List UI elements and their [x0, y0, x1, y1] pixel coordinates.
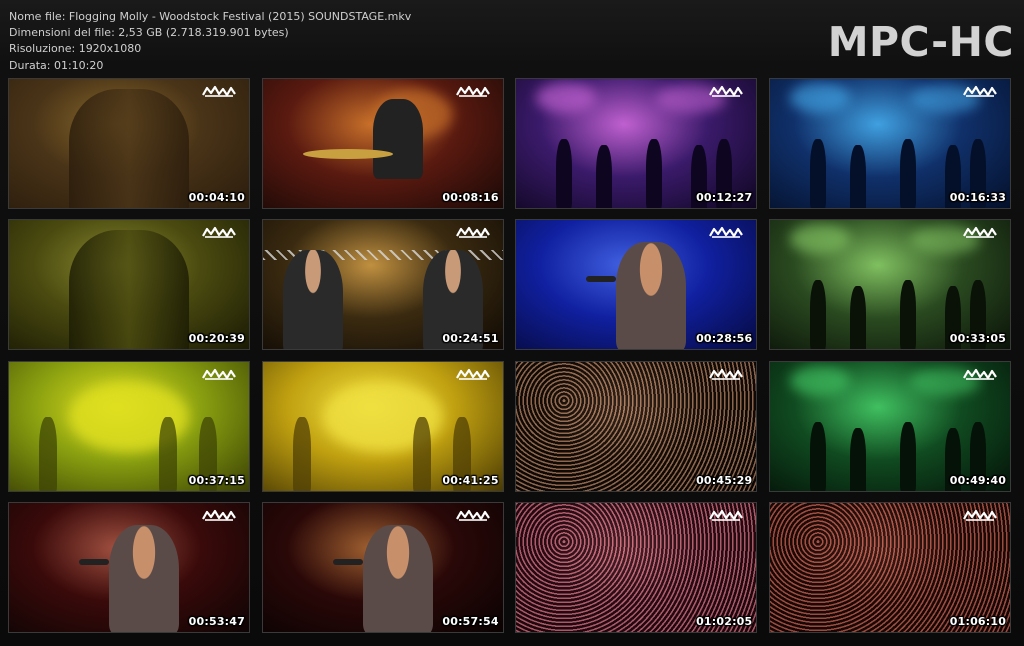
thumbnail-timestamp: 00:33:05 [949, 332, 1007, 345]
performer-silhouette [900, 422, 917, 491]
thumbnail-timestamp: 00:16:33 [949, 191, 1007, 204]
channel-logo-icon [962, 226, 998, 240]
video-thumbnail: 00:33:05 [769, 219, 1012, 350]
thumbnail-timestamp: 01:02:05 [696, 615, 753, 628]
stage-light [536, 83, 597, 113]
channel-logo-icon [201, 226, 237, 240]
file-size-line: Dimensioni del file: 2,53 GB (2.718.319.… [9, 26, 289, 40]
performer-silhouette [850, 145, 867, 208]
cymbal [302, 149, 393, 159]
thumbnail-timestamp: 00:49:40 [949, 474, 1007, 487]
channel-logo-icon [455, 85, 491, 99]
video-thumbnail: 00:12:27 [515, 78, 758, 209]
channel-logo-icon [201, 509, 237, 523]
singer-silhouette [109, 525, 179, 632]
file-info-panel: Nome file: Flogging Molly - Woodstock Fe… [9, 9, 769, 74]
video-thumbnail: 00:28:56 [515, 219, 758, 350]
thumbnail-timestamp: 00:04:10 [188, 191, 245, 204]
video-thumbnail: 00:49:40 [769, 361, 1012, 492]
performer-silhouette [292, 417, 311, 491]
video-thumbnail: 00:37:15 [8, 361, 250, 492]
player-logo: MPC-HC [827, 18, 1014, 66]
thumbnail-timestamp: 00:41:25 [442, 474, 499, 487]
video-thumbnail: 00:16:33 [769, 78, 1012, 209]
channel-logo-icon [455, 509, 491, 523]
thumbnail-timestamp: 00:28:56 [696, 332, 753, 345]
closeup-figure [69, 89, 189, 208]
stage-light [790, 224, 851, 254]
thumbnail-timestamp: 00:08:16 [442, 191, 499, 204]
video-thumbnail: 00:57:54 [261, 502, 504, 633]
thumbnail-sheet: Nome file: Flogging Molly - Woodstock Fe… [0, 0, 1024, 646]
performer-silhouette [810, 280, 827, 349]
performer-silhouette [850, 286, 867, 349]
video-thumbnail: 00:41:25 [261, 361, 504, 492]
closeup-figure [69, 230, 189, 349]
performer-silhouette [412, 417, 431, 491]
microphone [79, 559, 109, 565]
thumbnail-timestamp: 00:45:29 [696, 474, 753, 487]
performer-silhouette [900, 280, 917, 349]
performer-silhouette [159, 417, 177, 491]
channel-logo-icon [201, 85, 237, 99]
duration-line: Durata: 01:10:20 [9, 58, 104, 72]
video-thumbnail: 00:08:16 [261, 78, 504, 209]
performer-silhouette [810, 422, 827, 491]
video-thumbnail: 01:06:10 [769, 502, 1012, 633]
video-thumbnail: 00:24:51 [261, 219, 504, 350]
stage-light [790, 83, 851, 113]
singer-silhouette [616, 242, 687, 349]
microphone [332, 559, 363, 565]
video-thumbnail: 00:53:47 [8, 502, 250, 633]
channel-logo-icon [962, 509, 998, 523]
resolution-line: Risoluzione: 1920x1080 [9, 42, 142, 56]
performer-silhouette [850, 428, 867, 491]
thumbnail-grid: 00:04:10 00:08:16 00:12:27 00:16:33 00:20:39… [8, 78, 1018, 638]
channel-logo-icon [708, 85, 744, 99]
performer-silhouette [596, 145, 613, 208]
video-thumbnail: 01:02:05 [515, 502, 758, 633]
channel-logo-icon [201, 368, 237, 382]
thumbnail-timestamp: 00:53:47 [188, 615, 245, 628]
thumbnail-timestamp: 00:24:51 [442, 332, 499, 345]
microphone [586, 276, 617, 282]
thumbnail-timestamp: 00:37:15 [188, 474, 245, 487]
thumbnail-timestamp: 00:12:27 [696, 191, 753, 204]
performer-silhouette [646, 139, 663, 208]
performer-silhouette [556, 139, 573, 208]
thumbnail-timestamp: 00:20:39 [188, 332, 245, 345]
performer-silhouette [39, 417, 57, 491]
channel-logo-icon [962, 85, 998, 99]
thumbnail-timestamp: 00:57:54 [442, 615, 499, 628]
file-name-line: Nome file: Flogging Molly - Woodstock Fe… [9, 10, 412, 23]
thumbnail-timestamp: 01:06:10 [949, 615, 1007, 628]
stage-light [790, 366, 851, 396]
video-thumbnail: 00:20:39 [8, 219, 250, 350]
channel-logo-icon [455, 368, 491, 382]
performer-silhouette [810, 139, 827, 208]
performer-silhouette [900, 139, 917, 208]
channel-logo-icon [962, 368, 998, 382]
video-thumbnail: 00:45:29 [515, 361, 758, 492]
performer-silhouette [282, 250, 343, 349]
channel-logo-icon [708, 368, 744, 382]
singer-silhouette [362, 525, 433, 632]
channel-logo-icon [455, 226, 491, 240]
channel-logo-icon [708, 509, 744, 523]
channel-logo-icon [708, 226, 744, 240]
video-thumbnail: 00:04:10 [8, 78, 250, 209]
drummer-silhouette [372, 99, 423, 179]
